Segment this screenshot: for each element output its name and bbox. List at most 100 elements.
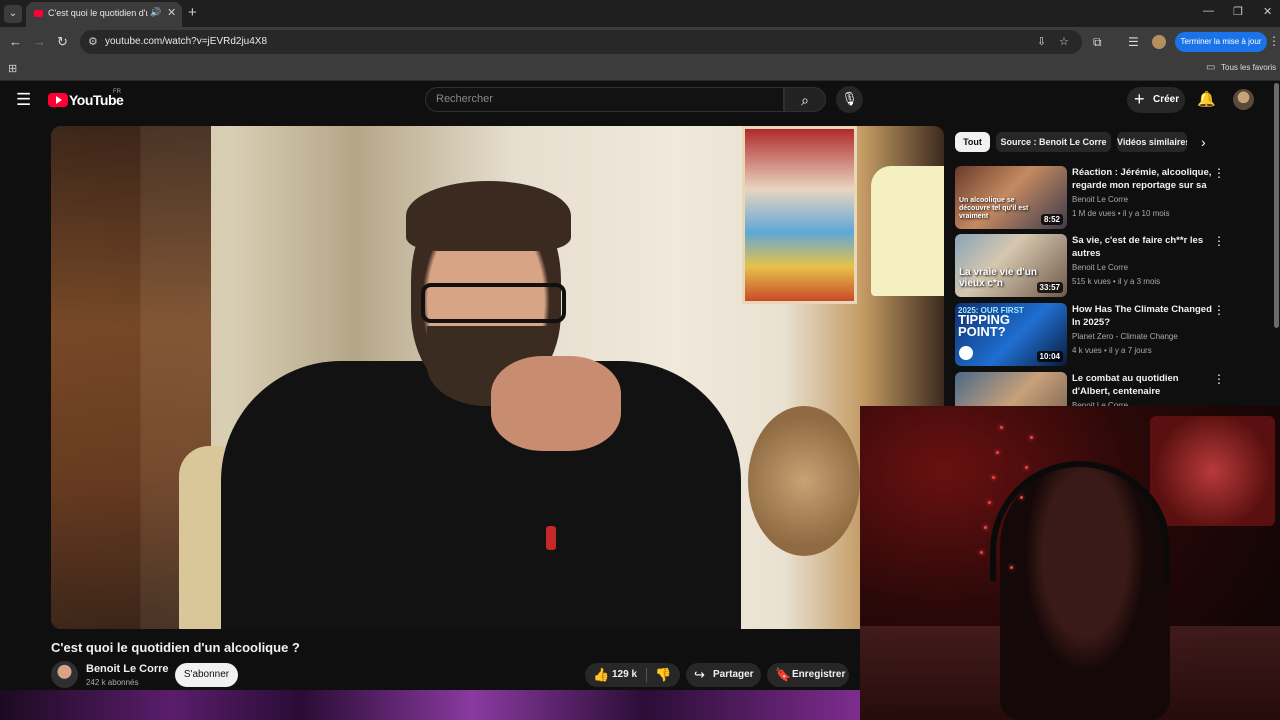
voice-search-button[interactable]: 🎙 [836,86,863,113]
more-options-icon[interactable]: ⋮ [1213,234,1225,248]
install-app-icon[interactable]: ⇩ [1037,35,1046,48]
video-frame-glasses [421,283,566,323]
led-light [996,451,999,454]
new-tab-button[interactable]: + [188,4,197,21]
save-label: Enregistrer [792,669,846,680]
more-options-icon[interactable]: ⋮ [1213,303,1225,317]
audio-playing-icon[interactable]: 🔊 [150,7,161,18]
recommendation-title[interactable]: Sa vie, c'est de faire ch**r les autres [1072,234,1212,260]
more-options-icon[interactable]: ⋮ [1213,166,1225,180]
search-input[interactable] [436,93,766,105]
browser-menu-icon[interactable]: ⋮ [1268,34,1280,48]
recommendation-item[interactable]: La vraie vie d'un vieux c*n 33:57 Sa vie… [955,234,1225,298]
all-bookmarks-link[interactable]: Tous les favoris [1221,63,1276,72]
url-text[interactable]: youtube.com/watch?v=jEVRd2ju4X8 [105,36,267,47]
bookmarks-bar: ⊞ ▭ Tous les favoris [0,57,1280,81]
recommendation-title[interactable]: Réaction : Jérémie, alcoolique, regarde … [1072,166,1212,192]
back-icon[interactable]: ← [9,34,22,49]
recommendation-item[interactable]: 2025: OUR FIRST TIPPING POINT? 10:04 How… [955,303,1225,367]
recommendation-title[interactable]: How Has The Climate Changed In 2025? [1072,303,1212,329]
video-thumbnail[interactable]: La vraie vie d'un vieux c*n 33:57 [955,234,1067,297]
play-icon [56,96,62,104]
browser-toolbar: ← → ↻ ⚙ youtube.com/watch?v=jEVRd2ju4X8 … [0,27,1280,57]
duration-badge: 8:52 [1040,214,1063,225]
recommendation-meta: 515 k vues • il y a 3 mois [1072,277,1161,286]
browser-tab-strip: ⌄ C'est quoi le quotidien d'un alcooliqu… [0,0,1280,27]
led-light [988,501,991,504]
site-info-icon[interactable]: ⚙ [88,35,98,48]
webcam-background-poster [1150,416,1275,526]
recommendation-meta: 1 M de vues • il y a 10 mois [1072,209,1170,218]
channel-avatar[interactable] [51,661,78,688]
led-light [1000,426,1003,429]
recommendation-channel[interactable]: Benoit Le Corre [1072,263,1128,272]
led-light [1010,566,1013,569]
create-button[interactable]: + Créer [1127,87,1185,113]
like-count[interactable]: 129 k [612,669,637,680]
search-icon: ⌕ [801,92,809,108]
save-button[interactable]: 🔖 Enregistrer [767,663,849,687]
page-scrollbar[interactable] [1274,83,1279,328]
led-light [1030,436,1033,439]
apps-grid-icon[interactable]: ⊞ [8,62,17,75]
webcam-overlay [860,406,1280,720]
update-browser-button[interactable]: Terminer la mise à jour [1175,32,1267,52]
subscriber-count: 242 k abonnés [86,678,139,687]
recommendation-item[interactable]: Un alcoolique se découvre tel qu'il est … [955,166,1225,230]
like-dislike-group: 👍 129 k 👎 [585,663,680,687]
extensions-icon[interactable]: ⧉ [1093,35,1102,50]
bookmark-star-icon[interactable]: ☆ [1059,35,1069,48]
country-code: FR [113,89,121,95]
video-title: C'est quoi le quotidien d'un alcoolique … [51,640,300,655]
video-thumbnail[interactable]: Un alcoolique se découvre tel qu'il est … [955,166,1067,229]
chevron-right-icon[interactable]: › [1201,134,1206,150]
tab-search-button[interactable]: ⌄ [4,5,22,23]
youtube-masthead: ☰ YouTube FR ⌕ 🎙 + Créer 🔔 [0,81,1280,123]
led-light [1025,466,1028,469]
share-button[interactable]: ↪ Partager [686,663,761,687]
profile-avatar[interactable] [1152,35,1166,49]
reload-icon[interactable]: ↻ [57,34,68,50]
chip-related[interactable]: Vidéos similaires [1117,132,1187,152]
recommendation-meta: 4 k vues • il y a 7 jours [1072,346,1152,355]
more-options-icon[interactable]: ⋮ [1213,372,1225,386]
led-light [1020,496,1023,499]
notifications-bell-icon[interactable]: 🔔 [1197,90,1216,108]
duration-badge: 10:04 [1036,351,1063,362]
folder-icon[interactable]: ▭ [1206,62,1215,73]
video-thumbnail[interactable]: 2025: OUR FIRST TIPPING POINT? 10:04 [955,303,1067,366]
address-bar[interactable]: ⚙ youtube.com/watch?v=jEVRd2ju4X8 ⇩ ☆ [80,30,1082,54]
recommendation-title[interactable]: Le combat au quotidien d'Albert, centena… [1072,372,1212,398]
restore-icon[interactable]: ❐ [1233,5,1243,18]
browser-tab-active[interactable]: C'est quoi le quotidien d'un alcoolique … [26,2,182,27]
close-tab-icon[interactable]: ✕ [167,6,176,19]
video-frame-shirt-logo [546,526,556,550]
menu-icon[interactable]: ☰ [16,90,31,110]
share-label: Partager [713,669,754,680]
led-light [984,526,987,529]
minimize-icon[interactable]: — [1203,5,1214,17]
recommendation-channel[interactable]: Planet Zero - Climate Change [1072,332,1178,341]
video-player[interactable] [51,126,944,629]
led-light [992,476,995,479]
share-icon: ↪ [694,667,705,682]
reading-list-icon[interactable]: ☰ [1128,35,1139,49]
headset-icon [990,461,1170,581]
led-light [980,551,983,554]
microphone-icon: 🎙 [841,91,858,106]
chip-all[interactable]: Tout [955,132,990,152]
like-divider [646,668,647,682]
forward-icon[interactable]: → [33,34,46,49]
chip-source[interactable]: Source : Benoit Le Corre [996,132,1111,152]
below-video-content [0,690,860,720]
video-frame-basket [748,406,860,556]
recommendation-channel[interactable]: Benoit Le Corre [1072,195,1128,204]
thumbs-up-icon[interactable]: 👍 [593,667,609,683]
account-avatar[interactable] [1233,89,1254,110]
close-window-icon[interactable]: ✕ [1263,5,1272,18]
subscribe-button[interactable]: S'abonner [175,663,238,687]
search-button[interactable]: ⌕ [784,87,826,112]
thumbs-down-icon[interactable]: 👎 [655,667,671,683]
channel-name[interactable]: Benoit Le Corre [86,663,169,675]
video-frame-hair [406,181,571,251]
